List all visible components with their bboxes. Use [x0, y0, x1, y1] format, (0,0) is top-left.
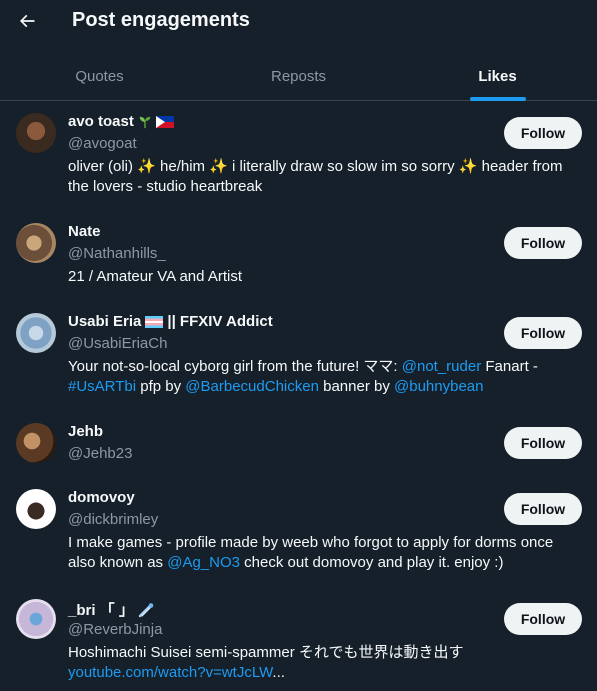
avatar[interactable]	[16, 423, 56, 463]
bio-ellipsis: ...	[272, 664, 285, 681]
engagement-tabs: Quotes Reposts Likes	[0, 52, 597, 101]
mention-link[interactable]: @not_ruder	[402, 358, 481, 375]
user-bio: Hoshimachi Suisei semi-spammer それでも世界は動き…	[68, 643, 584, 683]
name-line: _bri 「 」	[68, 599, 154, 620]
display-name[interactable]: avo toast	[68, 113, 134, 130]
follow-button[interactable]: Follow	[504, 493, 582, 525]
user-cell[interactable]: Usabi Eria || FFXIV Addict @UsabiEriaCh …	[0, 301, 597, 411]
comet-icon	[138, 602, 154, 617]
url-link[interactable]: youtube.com/watch?v=wtJcLW	[68, 664, 272, 681]
user-handle[interactable]: @Nathanhills_	[68, 245, 166, 262]
user-bio: 21 / Amateur VA and Artist	[68, 268, 242, 285]
back-button[interactable]	[12, 6, 42, 36]
user-cell[interactable]: domovoy @dickbrimley I make games - prof…	[0, 477, 597, 587]
tab-likes[interactable]: Likes	[398, 52, 597, 101]
name-line: avo toast	[68, 113, 174, 130]
bio-text: pfp by	[136, 378, 186, 395]
bio-text: Hoshimachi Suisei semi-spammer それでも世界は動き…	[68, 644, 464, 661]
tab-quotes[interactable]: Quotes	[0, 52, 199, 100]
hashtag-link[interactable]: #UsARTbi	[68, 378, 136, 395]
mention-link[interactable]: @Ag_NO3	[167, 554, 240, 571]
display-name[interactable]: Nate	[68, 223, 101, 240]
display-name-suffix[interactable]: || FFXIV Addict	[167, 313, 272, 330]
name-line: Usabi Eria || FFXIV Addict	[68, 313, 273, 330]
mention-link[interactable]: @BarbecudChicken	[185, 378, 319, 395]
user-cell[interactable]: Jehb @Jehb23 Follow	[0, 411, 597, 477]
page-title: Post engagements	[72, 9, 250, 31]
bio-text: banner by	[318, 378, 394, 395]
display-name[interactable]: _bri 「 」	[68, 599, 134, 620]
back-arrow-icon	[19, 14, 35, 28]
transgender-flag-icon	[145, 315, 164, 328]
mention-link[interactable]: @buhnybean	[394, 378, 483, 395]
follow-button[interactable]: Follow	[504, 227, 582, 259]
user-bio: I make games - profile made by weeb who …	[68, 533, 584, 573]
name-line: domovoy	[68, 489, 135, 506]
follow-button[interactable]: Follow	[504, 603, 582, 635]
display-name[interactable]: domovoy	[68, 489, 135, 506]
user-handle[interactable]: @ReverbJinja	[68, 621, 162, 638]
name-line: Nate	[68, 223, 101, 240]
philippines-flag-icon	[155, 115, 174, 128]
follow-button[interactable]: Follow	[504, 427, 582, 459]
user-bio: oliver (oli) ✨ he/him ✨ i literally draw…	[68, 158, 563, 195]
avatar[interactable]	[16, 599, 56, 639]
bio-text: check out domovoy and play it. enjoy :)	[240, 554, 504, 571]
name-line: Jehb	[68, 423, 103, 440]
bio-text: Fanart -	[481, 358, 538, 375]
user-handle[interactable]: @UsabiEriaCh	[68, 335, 167, 352]
display-name[interactable]: Jehb	[68, 423, 103, 440]
user-handle[interactable]: @Jehb23	[68, 445, 132, 462]
user-handle[interactable]: @avogoat	[68, 135, 137, 152]
avatar[interactable]	[16, 489, 56, 529]
user-bio: Your not-so-local cyborg girl from the f…	[68, 357, 584, 397]
follow-button[interactable]: Follow	[504, 317, 582, 349]
tab-label: Reposts	[270, 67, 327, 85]
display-name[interactable]: Usabi Eria	[68, 313, 141, 330]
seedling-icon	[139, 116, 151, 128]
tab-label: Likes	[478, 67, 517, 85]
bio-text: Your not-so-local cyborg girl from the f…	[68, 358, 402, 375]
user-cell[interactable]: avo toast @avogoat oliver (oli) ✨ he/him…	[0, 101, 597, 211]
avatar[interactable]	[16, 223, 56, 263]
avatar[interactable]	[16, 313, 56, 353]
avatar[interactable]	[16, 113, 56, 153]
user-handle[interactable]: @dickbrimley	[68, 511, 158, 528]
tab-label: Quotes	[75, 67, 124, 85]
top-bar: Post engagements	[0, 0, 597, 44]
follow-button[interactable]: Follow	[504, 117, 582, 149]
user-cell[interactable]: Nate @Nathanhills_ 21 / Amateur VA and A…	[0, 211, 597, 301]
user-cell[interactable]: _bri 「 」 @ReverbJinja Hoshimachi Suisei …	[0, 587, 597, 691]
tab-reposts[interactable]: Reposts	[199, 52, 398, 100]
